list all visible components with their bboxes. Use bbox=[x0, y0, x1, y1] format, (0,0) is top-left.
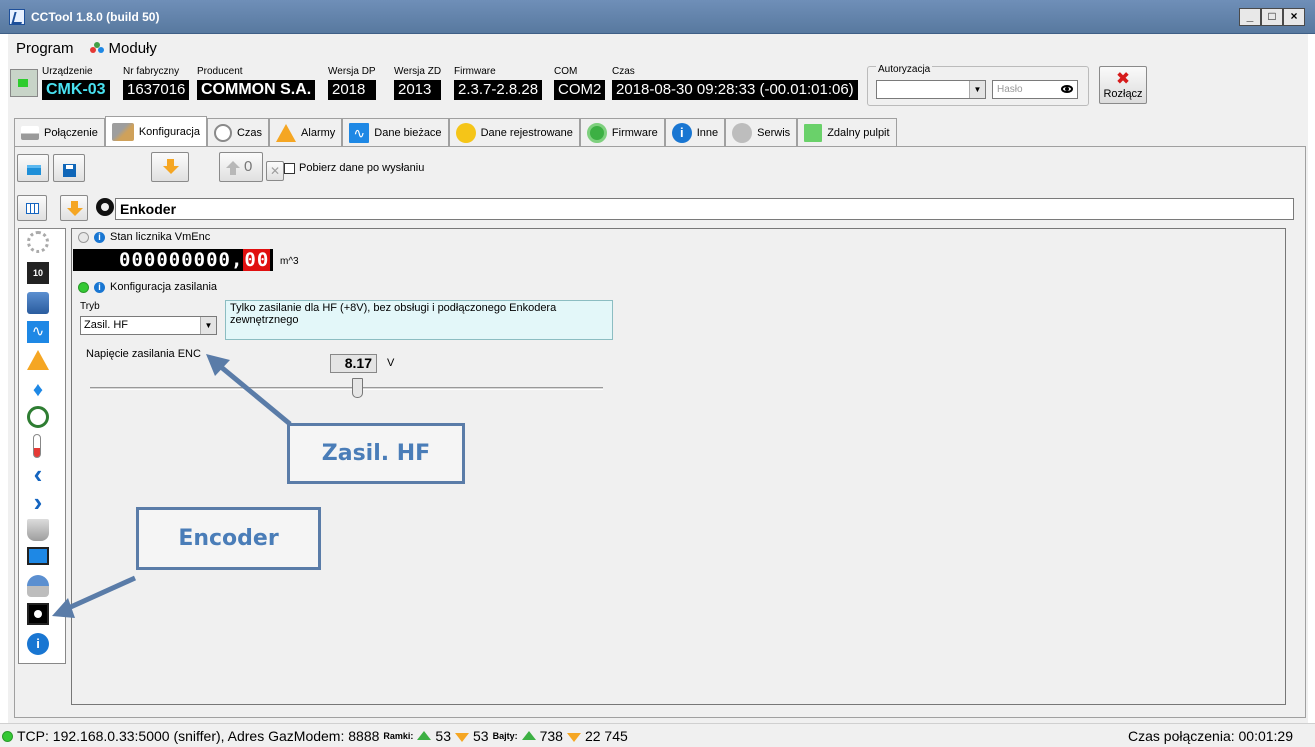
arrow-down-icon bbox=[566, 732, 581, 742]
annotation-arrows bbox=[52, 354, 292, 618]
bytes-up: 738 bbox=[539, 728, 563, 744]
frames-down: 53 bbox=[473, 728, 489, 744]
arrow-up-icon bbox=[521, 730, 536, 740]
frames-label: Ramki: bbox=[383, 731, 414, 741]
connection-time: Czas połączenia: 00:01:29 bbox=[1128, 728, 1293, 744]
status-bar: TCP: 192.168.0.33:5000 (sniffer), Adres … bbox=[0, 723, 1315, 747]
arrow-to-encoder bbox=[62, 575, 137, 613]
frames-up: 53 bbox=[435, 728, 451, 744]
arrow-down-icon bbox=[455, 732, 469, 742]
bytes-label: Bajty: bbox=[492, 731, 518, 741]
callout-zasil-hf: Zasil. HF bbox=[287, 423, 465, 484]
arrow-to-mode bbox=[213, 360, 292, 426]
callout-encoder: Encoder bbox=[136, 507, 321, 570]
arrow-up-icon bbox=[417, 730, 432, 740]
bytes-down: 22 745 bbox=[584, 728, 628, 744]
connection-status-icon bbox=[2, 730, 13, 742]
connection-info: TCP: 192.168.0.33:5000 (sniffer), Adres … bbox=[17, 728, 380, 744]
